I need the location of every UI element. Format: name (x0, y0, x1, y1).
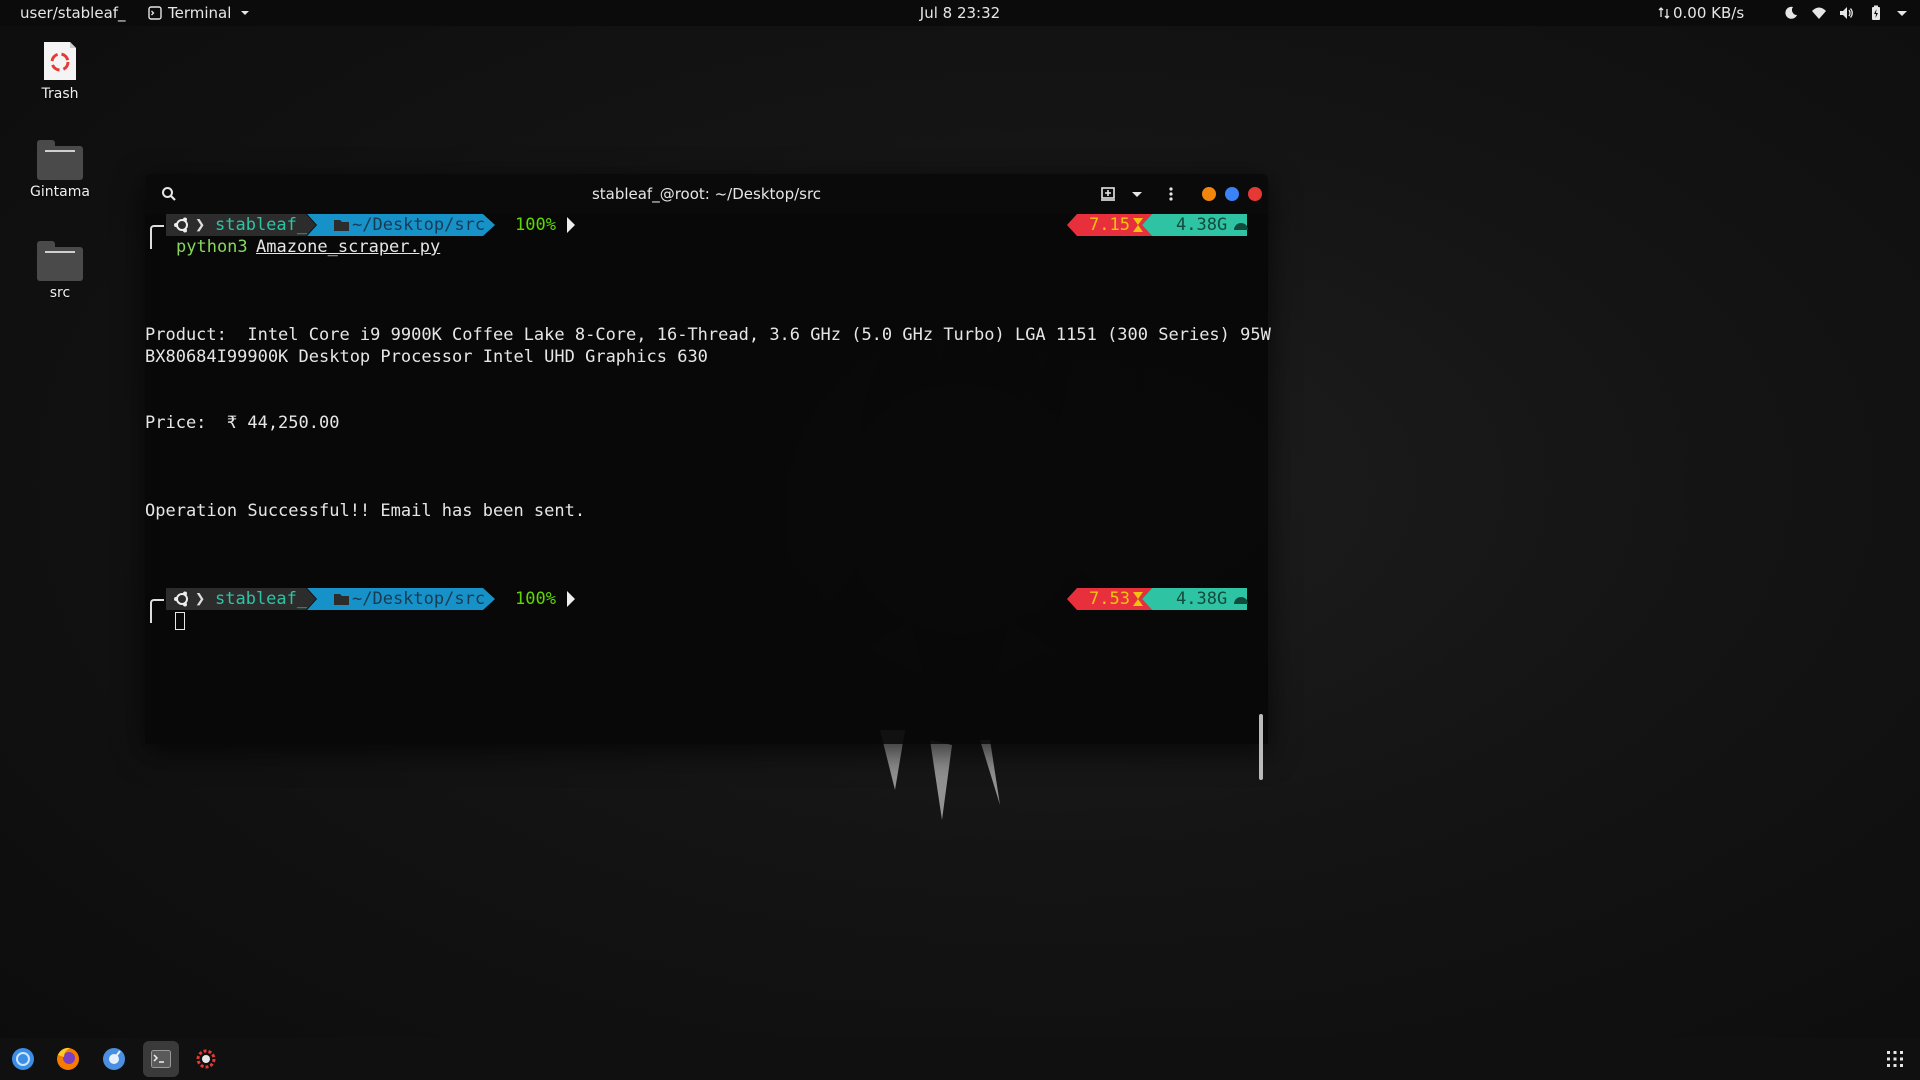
battery-icon[interactable] (1868, 5, 1884, 21)
prompt-path: ~/Desktop/src (352, 589, 486, 609)
ubuntu-logo-icon (174, 591, 188, 607)
prompt-load: 7.53 (1089, 589, 1130, 609)
terminal-header[interactable]: stableaf_@root: ~/Desktop/src (145, 174, 1268, 214)
prompt-user: stableaf_ (215, 589, 308, 609)
output-status: Operation Successful!! Email has been se… (145, 501, 586, 521)
hourglass-icon (1133, 218, 1143, 232)
command-text: python3 (176, 237, 248, 257)
desktop-icon-label: src (49, 285, 71, 301)
prompt-ram: 4.38G (1176, 215, 1228, 235)
prompt-ram: 4.38G (1176, 589, 1228, 609)
command-line: python3 Amazone_scraper.py (145, 236, 440, 258)
input-line[interactable] (145, 610, 206, 632)
trash-icon (44, 42, 76, 80)
desktop-icon-trash[interactable]: Trash (20, 40, 100, 102)
app-menu-terminal[interactable]: Terminal (148, 0, 250, 26)
prompt-line: ❯ stableaf_ ~/Desktop/src 100% 7.15 4.38… (145, 214, 1268, 249)
terminal-icon (151, 1050, 171, 1068)
chevron-down-icon (241, 11, 250, 15)
firefox-icon[interactable] (52, 1043, 84, 1075)
clock-label[interactable]: Jul 8 23:32 (920, 4, 1000, 22)
top-bar: user/stableaf_ Terminal Jul 8 23:32 0.00… (0, 0, 1920, 26)
hourglass-icon (1133, 592, 1143, 606)
dropdown-icon[interactable] (1129, 186, 1145, 202)
folder-open-icon (334, 220, 349, 231)
prompt-user: stableaf_ (215, 215, 308, 235)
output-product-line-1: Product: Intel Core i9 9900K Coffee Lake… (145, 325, 1271, 345)
new-tab-icon[interactable] (1100, 186, 1116, 202)
folder-icon (37, 241, 83, 281)
terminal-scrollbar[interactable] (1259, 714, 1263, 780)
net-speed[interactable]: 0.00 KB/s (1658, 0, 1744, 26)
maximize-button[interactable] (1225, 187, 1239, 201)
night-light-icon[interactable] (1783, 5, 1799, 21)
settings-gear-icon[interactable] (190, 1043, 222, 1075)
output-price: Price: ₹ 44,250.00 (145, 413, 340, 433)
dock (0, 1038, 1920, 1080)
activities-button[interactable]: user/stableaf_ (20, 0, 126, 26)
terminal-app-icon (148, 6, 162, 20)
music-player-icon[interactable] (98, 1043, 130, 1075)
prompt-arrow-icon (567, 591, 575, 607)
desktop-icon-label: Gintama (30, 184, 90, 200)
clock: Jul 8 23:32 (0, 0, 1920, 26)
app-menu-label: Terminal (168, 4, 232, 22)
terminal-window[interactable]: stableaf_@root: ~/Desktop/src ❯ stableaf… (145, 174, 1271, 780)
terminal-body[interactable]: ❯ stableaf_ ~/Desktop/src 100% 7.15 4.38… (145, 214, 1271, 780)
desktop-icon-gintama[interactable]: Gintama (20, 140, 100, 200)
desktop-icon-label: Trash (41, 86, 79, 102)
net-speed-value: 0.00 KB/s (1673, 4, 1745, 22)
prompt-arrow-icon (567, 217, 575, 233)
terminal-dock-item[interactable] (143, 1041, 179, 1077)
close-button[interactable] (1248, 187, 1262, 201)
prompt-path: ~/Desktop/src (352, 215, 486, 235)
volume-icon[interactable] (1838, 5, 1854, 21)
app-grid-icon[interactable] (1886, 1050, 1904, 1068)
ubuntu-icon[interactable] (7, 1043, 39, 1075)
dashboard-icon (1234, 597, 1248, 604)
dashboard-icon (1234, 223, 1248, 230)
chevron-down-icon[interactable] (1894, 5, 1910, 21)
prompt-battery: 100% (515, 589, 556, 609)
wifi-icon[interactable] (1811, 5, 1827, 21)
folder-icon (37, 140, 83, 180)
prompt-load: 7.15 (1089, 215, 1130, 235)
menu-icon[interactable] (1163, 186, 1179, 202)
prompt-battery: 100% (515, 215, 556, 235)
prompt-line: ❯ stableaf_ ~/Desktop/src 100% 7.53 4.38… (145, 588, 1268, 623)
text-cursor (175, 612, 185, 630)
desktop-icon-src[interactable]: src (20, 241, 100, 301)
transfer-arrows-icon (1658, 7, 1670, 19)
output-product-line-2: BX80684I99900K Desktop Processor Intel U… (145, 347, 708, 367)
ubuntu-logo-icon (174, 217, 188, 233)
minimize-button[interactable] (1202, 187, 1216, 201)
command-arg: Amazone_scraper.py (256, 237, 441, 257)
folder-open-icon (334, 594, 349, 605)
